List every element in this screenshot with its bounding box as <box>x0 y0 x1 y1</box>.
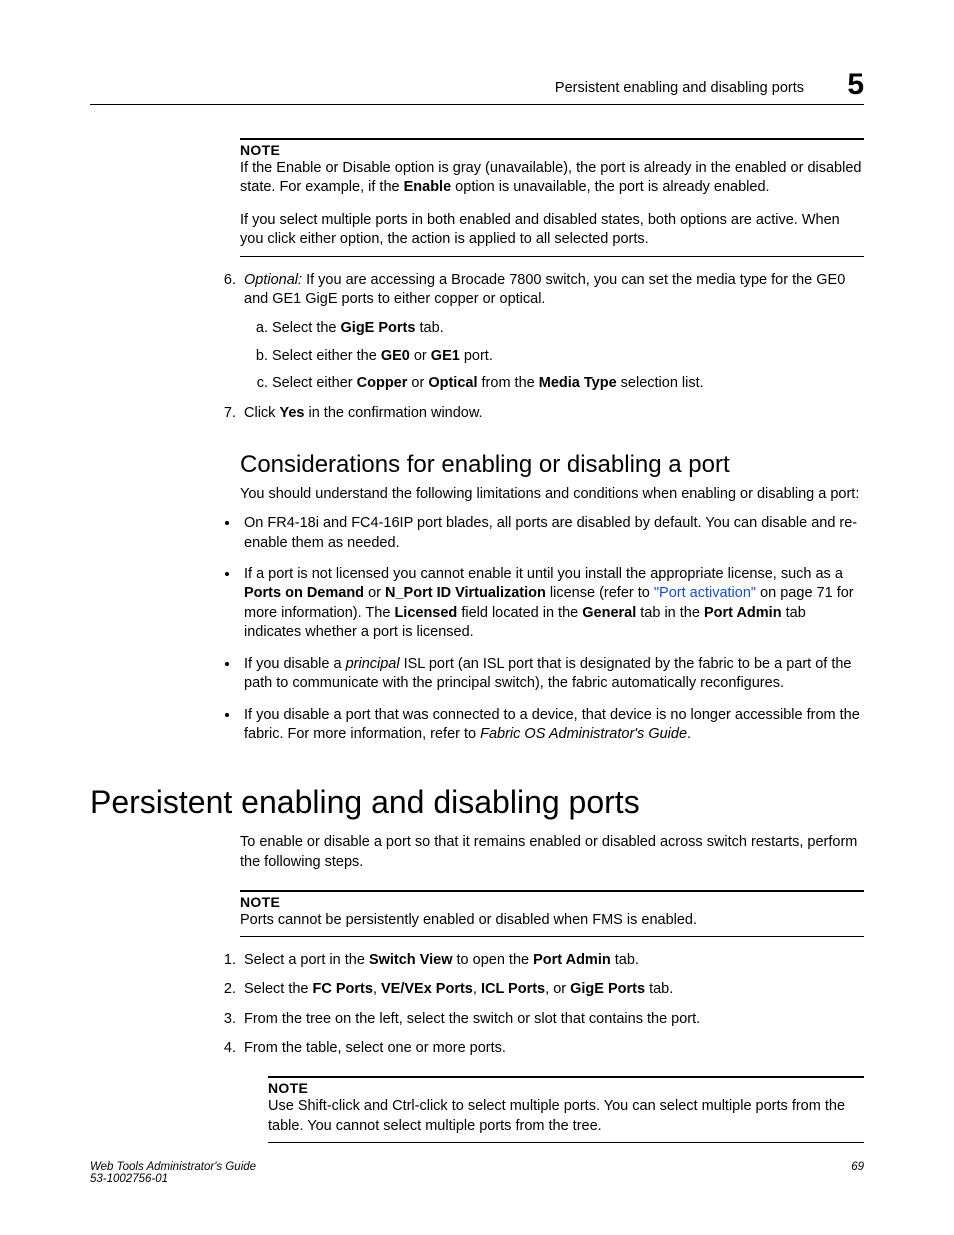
bullet-2: If a port is not licensed you cannot ena… <box>240 565 864 643</box>
note3-text: Use Shift-click and Ctrl-click to select… <box>268 1097 864 1135</box>
pstep-3: From the tree on the left, select the sw… <box>240 1010 864 1029</box>
substeps: Select the GigE Ports tab. Select either… <box>244 319 864 393</box>
note3-block: NOTE Use Shift-click and Ctrl-click to s… <box>268 1076 864 1142</box>
section-heading-considerations: Considerations for enabling or disabling… <box>240 451 864 479</box>
chapter-number: 5 <box>847 68 864 102</box>
steps-continued: Optional: If you are accessing a Brocade… <box>214 271 864 424</box>
note2-label: NOTE <box>240 894 864 910</box>
pstep-1: Select a port in the Switch View to open… <box>240 951 864 970</box>
persistent-steps: Select a port in the Switch View to open… <box>214 951 864 1059</box>
persistent-intro: To enable or disable a port so that it r… <box>240 833 864 871</box>
bullet-4: If you disable a port that was connected… <box>240 706 864 745</box>
considerations-intro: You should understand the following limi… <box>240 485 864 504</box>
step-6c: Select either Copper or Optical from the… <box>272 374 864 393</box>
step-6b: Select either the GE0 or GE1 port. <box>272 347 864 366</box>
note-rule-top <box>240 138 864 140</box>
note-text-2: If you select multiple ports in both ena… <box>240 211 864 249</box>
note3-label: NOTE <box>268 1080 864 1096</box>
bullet-3: If you disable a principal ISL port (an … <box>240 655 864 694</box>
step-7: Click Yes in the confirmation window. <box>240 404 864 423</box>
footer-docnum: 53-1002756-01 <box>90 1173 864 1185</box>
port-activation-link[interactable]: "Port activation" <box>654 585 756 601</box>
note-text: If the Enable or Disable option is gray … <box>240 159 864 197</box>
considerations-list: On FR4-18i and FC4-16IP port blades, all… <box>214 514 864 744</box>
page-header: Persistent enabling and disabling ports … <box>90 80 864 120</box>
step-6: Optional: If you are accessing a Brocade… <box>240 271 864 394</box>
page-footer: Web Tools Administrator's Guide 53-10027… <box>90 1161 864 1185</box>
body: NOTE If the Enable or Disable option is … <box>240 138 864 1143</box>
pstep-2: Select the FC Ports, VE/VEx Ports, ICL P… <box>240 980 864 999</box>
note2-rule-bottom <box>240 936 864 937</box>
note2-rule-top <box>240 890 864 892</box>
bullet-1: On FR4-18i and FC4-16IP port blades, all… <box>240 514 864 553</box>
note3-rule-top <box>268 1076 864 1078</box>
pstep-4: From the table, select one or more ports… <box>240 1039 864 1058</box>
step-6a: Select the GigE Ports tab. <box>272 319 864 338</box>
note2-text: Ports cannot be persistently enabled or … <box>240 911 864 930</box>
running-head: Persistent enabling and disabling ports <box>555 80 804 96</box>
page: Persistent enabling and disabling ports … <box>0 0 954 1235</box>
section-heading-persistent: Persistent enabling and disabling ports <box>90 784 864 821</box>
footer-pagenum: 69 <box>851 1161 864 1173</box>
header-rule <box>90 104 864 105</box>
note-rule-bottom <box>240 256 864 257</box>
note-label: NOTE <box>240 142 864 158</box>
note3-rule-bottom <box>268 1142 864 1143</box>
footer-title: Web Tools Administrator's Guide <box>90 1161 864 1173</box>
